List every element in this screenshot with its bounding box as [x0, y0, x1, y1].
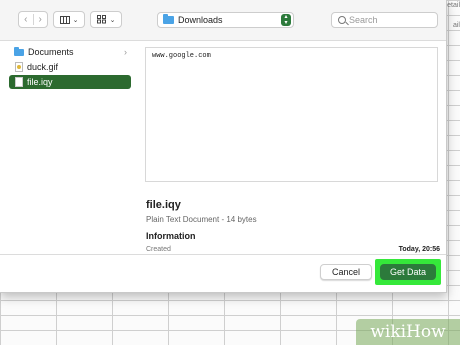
search-placeholder: Search [349, 15, 378, 25]
group-by-button[interactable]: ⌄ [90, 11, 122, 28]
columns-view-icon [59, 15, 70, 24]
file-list: Documents › duck.gif file.iqy [0, 41, 138, 253]
created-value: Today, 20:56 [398, 246, 440, 253]
created-label: Created [146, 246, 171, 253]
wikihow-watermark: wikiHow [356, 319, 460, 345]
list-item-label: file.iqy [27, 77, 53, 87]
back-forward-buttons: ‹ › [18, 11, 48, 28]
list-item-label: duck.gif [27, 62, 59, 72]
grid-view-icon [96, 15, 106, 24]
sheet-hint-1: etail [447, 2, 460, 9]
location-popup[interactable]: Downloads ▴ ▾ [157, 12, 294, 28]
dialog-toolbar: ‹ › ⌄ ⌄ Downloads ▴ ▾ Search [0, 0, 446, 41]
gif-file-icon [15, 62, 23, 72]
highlight-box: Get Data [375, 259, 441, 285]
chevron-right-icon: › [124, 47, 127, 57]
chevron-down-icon: ⌄ [109, 16, 116, 24]
list-item-file-iqy[interactable]: file.iqy [9, 75, 131, 89]
file-type: Plain Text Document - 14 bytes [146, 215, 257, 224]
search-icon [338, 16, 346, 24]
sheet-edge-text: etail ail [446, 0, 460, 60]
chevron-down-icon: ⌄ [72, 16, 79, 24]
preview-content: www.google.com [152, 52, 211, 60]
location-label: Downloads [178, 15, 223, 25]
list-item-documents[interactable]: Documents › [9, 45, 131, 59]
file-name: file.iqy [146, 199, 181, 211]
document-icon [15, 77, 23, 87]
file-preview: www.google.com [145, 47, 438, 182]
updown-chevron-icon: ▴ ▾ [281, 14, 291, 26]
open-file-dialog: ‹ › ⌄ ⌄ Downloads ▴ ▾ Search Documents ›… [0, 0, 447, 293]
folder-icon [163, 14, 174, 24]
list-item-duck-gif[interactable]: duck.gif [9, 60, 131, 74]
folder-icon [14, 46, 24, 56]
info-heading: Information [146, 231, 196, 241]
get-data-button[interactable]: Get Data [380, 264, 436, 280]
sheet-hint-2: ail [452, 22, 460, 29]
footer-divider [0, 254, 446, 255]
search-input[interactable]: Search [331, 12, 438, 28]
list-item-label: Documents [28, 47, 74, 57]
view-mode-button[interactable]: ⌄ [53, 11, 85, 28]
forward-button[interactable]: › [33, 14, 47, 25]
cancel-button[interactable]: Cancel [320, 264, 372, 280]
back-button[interactable]: ‹ [19, 14, 33, 25]
